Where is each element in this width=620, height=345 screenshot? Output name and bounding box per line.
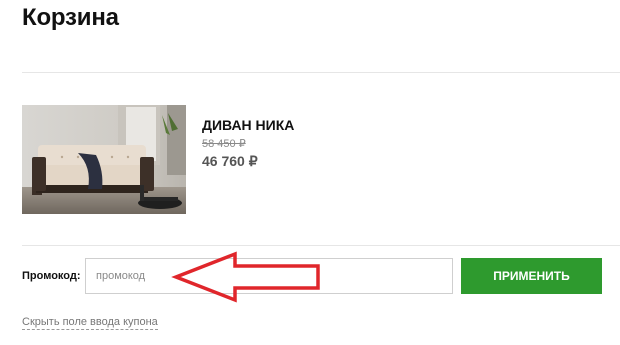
promo-code-label: Промокод: [22, 270, 81, 282]
product-image[interactable] [22, 105, 186, 214]
promo-code-input[interactable] [85, 258, 453, 294]
hide-coupon-field-link[interactable]: Скрыть поле ввода купона [22, 316, 158, 330]
page-title: Корзина [22, 4, 119, 31]
product-name[interactable]: ДИВАН НИКА [202, 117, 294, 133]
header-divider [22, 72, 620, 73]
coupon-divider [22, 245, 620, 246]
sofa-photo-icon [22, 105, 186, 214]
old-price: 58 450 ₽ [202, 138, 246, 150]
current-price: 46 760 ₽ [202, 153, 258, 169]
apply-coupon-button[interactable]: ПРИМЕНИТЬ [461, 258, 602, 294]
